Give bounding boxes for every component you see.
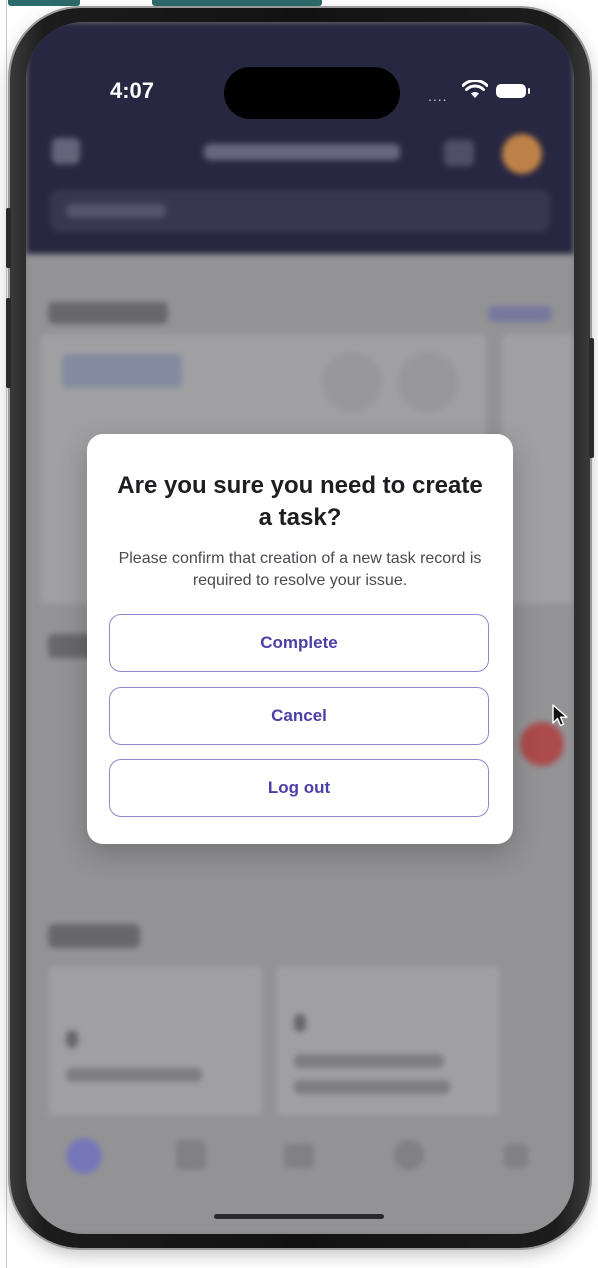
status-time: 4:07 bbox=[110, 78, 155, 103]
dialog-message: Please confirm that creation of a new ta… bbox=[118, 550, 482, 589]
dynamic-island bbox=[224, 67, 400, 119]
battery-icon bbox=[496, 84, 530, 98]
wifi-icon bbox=[462, 80, 488, 98]
window-edge-line bbox=[6, 0, 7, 1268]
phone-frame: 4:07 .... Are you sure you need to creat… bbox=[6, 8, 594, 1248]
confirm-dialog: Are you sure you need to create a task? … bbox=[87, 434, 513, 844]
mouse-pointer-icon bbox=[552, 704, 568, 727]
home-indicator[interactable] bbox=[214, 1214, 384, 1219]
complete-button[interactable]: Complete bbox=[109, 614, 489, 672]
dialog-title: Are you sure you need to create a task? bbox=[117, 472, 483, 531]
phone-screen: 4:07 .... Are you sure you need to creat… bbox=[26, 22, 574, 1234]
cropped-header-strip bbox=[0, 0, 598, 8]
cancel-button[interactable]: Cancel bbox=[109, 687, 489, 745]
log-out-button[interactable]: Log out bbox=[109, 759, 489, 817]
signal-indicator: .... bbox=[428, 88, 448, 104]
